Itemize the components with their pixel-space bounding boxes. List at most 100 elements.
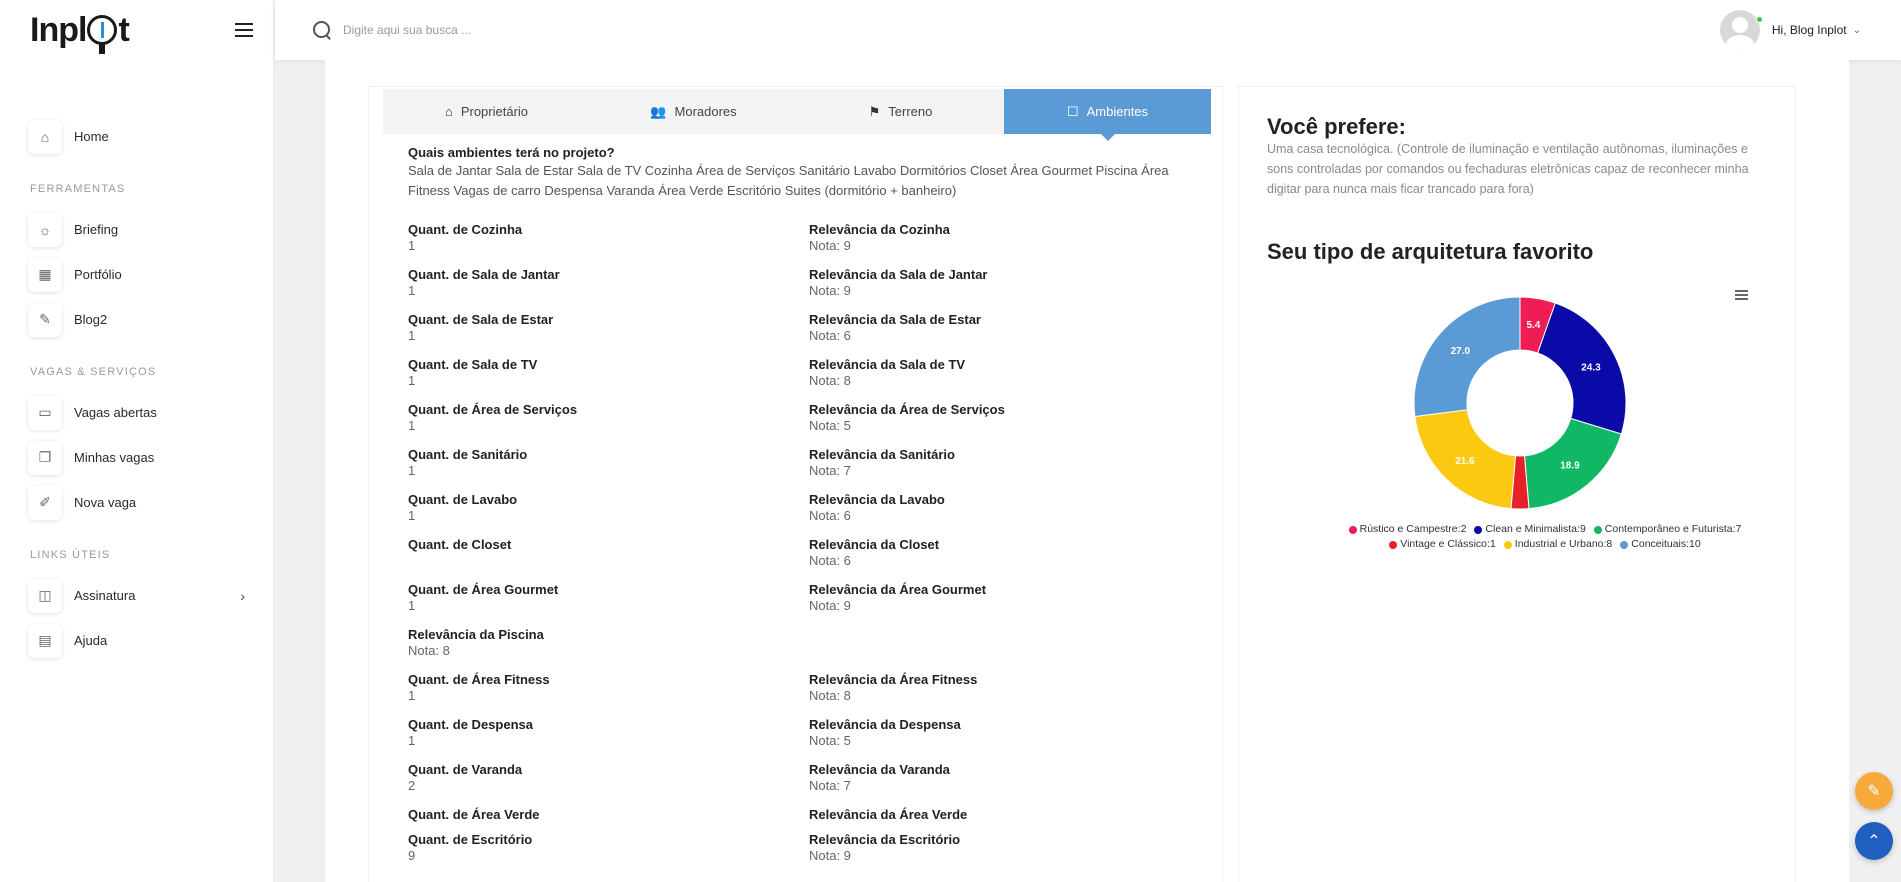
menu-toggle-icon[interactable] bbox=[235, 23, 253, 37]
sidebar-item-vagas-abertas[interactable]: ▭ Vagas abertas bbox=[0, 390, 273, 435]
scroll-top-button[interactable]: ⌃ bbox=[1855, 822, 1893, 860]
field-label: Quant. de Área de Serviços bbox=[408, 402, 578, 417]
slice-value-label: 24.3 bbox=[1581, 363, 1601, 374]
search-icon[interactable] bbox=[313, 21, 331, 39]
field-value: Nota: 8 bbox=[809, 688, 851, 703]
tab-label: Moradores bbox=[674, 104, 737, 119]
slice-value-label: 5.4 bbox=[1526, 320, 1540, 331]
sidebar-item-home[interactable]: ⌂ Home bbox=[0, 114, 273, 159]
field-value: Nota: 7 bbox=[809, 463, 851, 478]
legend-label: Industrial e Urbano:8 bbox=[1514, 538, 1613, 550]
legend-marker bbox=[1389, 540, 1398, 549]
brand-bar: Inpl t bbox=[0, 0, 273, 60]
field-value: Nota: 8 bbox=[809, 373, 851, 388]
users-icon: 👥 bbox=[650, 103, 667, 119]
tab-ambientes[interactable]: ☐ Ambientes bbox=[1004, 89, 1211, 141]
quantity-field: Quant. de Área Gourmet 1 bbox=[408, 582, 558, 614]
sidebar-item-portfolio[interactable]: ▦ Portfólio bbox=[0, 252, 273, 297]
question-answer: Sala de Jantar Sala de Estar Sala de TV … bbox=[408, 163, 1169, 198]
tab-label: Proprietário bbox=[460, 104, 529, 119]
sidebar-item-minhas-vagas[interactable]: ❐ Minhas vagas bbox=[0, 435, 273, 480]
legend-marker bbox=[1348, 525, 1357, 534]
field-label: Quant. de Área Fitness bbox=[408, 672, 550, 687]
legend-item[interactable]: Vintage e Clássico:1 bbox=[1389, 537, 1496, 552]
feather-icon: ✎ bbox=[28, 302, 62, 337]
quantity-field: Quant. de Varanda 2 bbox=[408, 762, 522, 794]
logo-text-end: t bbox=[118, 10, 129, 49]
quantity-field: Quant. de Sala de TV 1 bbox=[408, 357, 537, 389]
legend-item[interactable]: Industrial e Urbano:8 bbox=[1503, 537, 1613, 552]
search-input[interactable] bbox=[343, 23, 743, 37]
user-menu[interactable]: Hi, Blog Inplot ⌄ bbox=[1719, 10, 1861, 50]
field-value: 1 bbox=[408, 238, 416, 253]
home-icon: ⌂ bbox=[444, 104, 453, 119]
online-status-icon bbox=[1755, 16, 1763, 23]
field-label: Relevância da Sanitário bbox=[809, 447, 955, 462]
question-label: Quais ambientes terá no projeto? bbox=[408, 145, 615, 160]
field-value: 1 bbox=[408, 508, 416, 523]
quantity-field: Quant. de Sanitário 1 bbox=[408, 447, 527, 479]
tab-label: Terreno bbox=[888, 104, 933, 119]
field-label: Quant. de Sanitário bbox=[408, 447, 528, 462]
tab-proprietario[interactable]: ⌂ Proprietário bbox=[383, 89, 590, 134]
documents-icon: ❐ bbox=[28, 440, 62, 475]
slice-value-label: 21.6 bbox=[1455, 456, 1475, 467]
sidebar-item-label: Nova vaga bbox=[74, 495, 137, 510]
lightbulb-icon bbox=[87, 15, 118, 54]
legend-item[interactable]: Rústico e Campestre:2 bbox=[1348, 522, 1467, 537]
chevron-down-icon[interactable]: ⌄ bbox=[1853, 25, 1861, 36]
section-ferramentas: FERRAMENTAS bbox=[30, 183, 126, 195]
relevance-field: Relevância da Closet Nota: 6 bbox=[809, 537, 939, 569]
sidebar-item-briefing[interactable]: ☼ Briefing bbox=[0, 207, 273, 252]
field-label: Relevância da Lavabo bbox=[809, 492, 945, 507]
sidebar-item-blog2[interactable]: ✎ Blog2 bbox=[0, 297, 273, 342]
edit-fab-button[interactable]: ✎ bbox=[1855, 772, 1893, 810]
field-label: Relevância da Escritório bbox=[809, 832, 961, 847]
sidebar-item-label: Assinatura bbox=[74, 588, 136, 603]
field-label: Quant. de Área Verde bbox=[408, 807, 540, 822]
sidebar-item-nova-vaga[interactable]: ✐ Nova vaga bbox=[0, 480, 273, 525]
quantity-field: Relevância da Piscina Nota: 8 bbox=[408, 627, 544, 659]
quantity-field: Quant. de Lavabo 1 bbox=[408, 492, 517, 524]
legend-item[interactable]: Conceituais:10 bbox=[1620, 537, 1701, 552]
quantity-field: Quant. de Área de Serviços 1 bbox=[408, 402, 577, 434]
field-label: Quant. de Lavabo bbox=[408, 492, 518, 507]
relevance-field: Relevância da Sanitário Nota: 7 bbox=[809, 447, 955, 479]
sidebar-item-assinatura[interactable]: ◫ Assinatura › bbox=[0, 573, 273, 618]
relevance-field: Relevância da Área de Serviços Nota: 5 bbox=[809, 402, 1005, 434]
relevance-field: Relevância da Sala de Estar Nota: 6 bbox=[809, 312, 981, 344]
field-value: 1 bbox=[408, 328, 416, 343]
legend-item[interactable]: Clean e Minimalista:9 bbox=[1474, 522, 1586, 537]
field-label: Relevância da Closet bbox=[809, 537, 940, 552]
briefcase-icon: ▭ bbox=[28, 395, 62, 430]
legend-label: Rústico e Campestre:2 bbox=[1359, 523, 1467, 535]
sidebar-item-ajuda[interactable]: ▤ Ajuda bbox=[0, 618, 273, 663]
quantity-field: Quant. de Sala de Estar 1 bbox=[408, 312, 553, 344]
sidebar-item-label: Portfólio bbox=[74, 267, 122, 282]
relevance-field: Relevância da Escritório Nota: 9 bbox=[809, 832, 960, 864]
logo-text-start: Inpl bbox=[30, 10, 87, 49]
sidebar-item-label: Ajuda bbox=[74, 633, 108, 648]
logo[interactable]: Inpl t bbox=[30, 10, 130, 54]
field-label: Relevância da Área de Serviços bbox=[809, 402, 1005, 417]
legend-label: Conceituais:10 bbox=[1631, 538, 1701, 550]
section-links: LINKS ÚTEIS bbox=[30, 549, 111, 561]
chart-menu-icon[interactable] bbox=[1735, 290, 1748, 300]
architecture-title: Seu tipo de arquitetura favorito bbox=[1267, 239, 1594, 264]
slice-value-label: 18.9 bbox=[1560, 460, 1580, 471]
sidebar-item-label: Home bbox=[74, 129, 109, 144]
tab-moradores[interactable]: 👥 Moradores bbox=[590, 89, 797, 134]
legend-marker bbox=[1503, 540, 1512, 549]
chevron-right-icon: › bbox=[240, 587, 245, 604]
legend-item[interactable]: Contemporâneo e Futurista:7 bbox=[1593, 522, 1742, 537]
tab-terreno[interactable]: ⚑ Terreno bbox=[797, 89, 1004, 134]
pencil-icon: ✐ bbox=[28, 485, 62, 520]
tab-label: Ambientes bbox=[1086, 104, 1149, 119]
field-value: 1 bbox=[408, 598, 416, 613]
shopping-bag-icon: ◫ bbox=[28, 578, 62, 613]
relevance-field: Relevância da Lavabo Nota: 6 bbox=[809, 492, 945, 524]
lightbulb-icon: ☼ bbox=[28, 212, 62, 247]
avatar[interactable] bbox=[1719, 10, 1760, 50]
field-value: 9 bbox=[408, 848, 416, 863]
legend-label: Contemporâneo e Futurista:7 bbox=[1604, 523, 1742, 535]
